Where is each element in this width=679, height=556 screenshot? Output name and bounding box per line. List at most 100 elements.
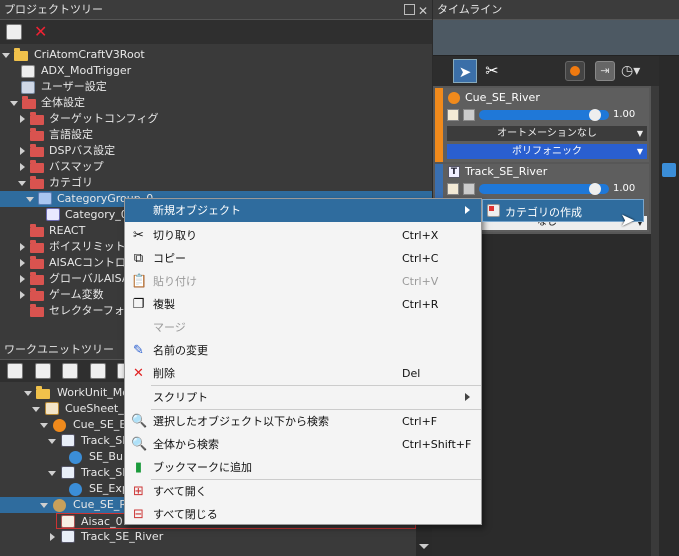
expand-arrow-icon[interactable] [20,163,25,171]
slider-thumb[interactable] [589,183,601,195]
timeline-toolbar: ➤ ✂ ⇥ ◷▾ [433,56,659,86]
new-object-icon[interactable] [6,24,22,40]
menu-item-bookmark[interactable]: ▮ ブックマークに追加 [125,456,481,479]
menu-item-rename[interactable]: ✎ 名前の変更 [125,339,481,362]
new-cue-icon[interactable] [62,363,78,379]
menu-label: 全体から検索 [153,438,219,451]
menu-item-merge[interactable]: マージ [125,316,481,339]
expand-arrow-icon[interactable] [20,147,25,155]
tree-item-bus-map[interactable]: バスマップ [0,159,432,175]
aisac-icon[interactable] [447,183,459,195]
project-tree-title: プロジェクトツリー ✕ [0,0,432,20]
tree-item-modtrigger[interactable]: ADX_ModTrigger [0,63,432,79]
menu-item-paste[interactable]: 📋 貼り付け Ctrl+V [125,270,481,293]
menu-item-search-below[interactable]: 🔍 選択したオブジェクト以下から検索 Ctrl+F [125,410,481,433]
tree-item-track-river[interactable]: Track_SE_River [0,529,416,545]
export-icon[interactable]: ⇥ [595,61,615,81]
menu-item-cut[interactable]: ✂ 切り取り Ctrl+X [125,224,481,247]
expand-arrow-icon[interactable] [40,503,48,508]
expand-arrow-icon[interactable] [20,115,25,123]
expand-arrow-icon[interactable] [20,243,25,251]
menu-shortcut: Ctrl+F [402,415,438,428]
menu-item-new-object[interactable]: 新規オブジェクト [125,199,481,222]
polyphonic-select[interactable]: ポリフォニック ▼ [447,144,647,159]
expand-arrow-icon[interactable] [26,197,34,202]
timeline-canvas[interactable] [651,86,659,556]
cut-tool-icon[interactable]: ✂ [480,59,504,83]
expand-arrow-icon[interactable] [48,471,56,476]
expand-arrow-icon[interactable] [2,53,10,58]
clock-icon[interactable]: ◷▾ [621,61,643,81]
menu-item-delete[interactable]: ✕ 削除 Del [125,362,481,385]
context-menu: 新規オブジェクト ✂ 切り取り Ctrl+X ⧉ コピー Ctrl+C 📋 貼り… [124,198,482,525]
tree-item-target-config[interactable]: ターゲットコンフィグ [0,111,432,127]
menu-label: 複製 [153,298,175,311]
menu-shortcut: Del [402,367,421,380]
new-cuesheet-icon[interactable] [35,363,51,379]
menu-item-search-all[interactable]: 🔍 全体から検索 Ctrl+Shift+F [125,433,481,456]
track-volume-slider[interactable] [479,183,609,195]
expand-arrow-icon[interactable] [50,533,55,541]
expand-arrow-icon[interactable] [10,101,18,106]
submenu-arrow-icon [465,206,470,214]
menu-label: 切り取り [153,229,197,242]
menu-item-duplicate[interactable]: ❐ 複製 Ctrl+R [125,293,481,316]
record-icon[interactable] [565,61,585,81]
expand-arrow-icon[interactable] [20,259,25,267]
float-panel-icon[interactable] [404,4,415,15]
menu-item-collapse-all[interactable]: ⊟ すべて閉じる [125,503,481,526]
tree-item-dsp-bus[interactable]: DSPバス設定 [0,143,432,159]
expand-arrow-icon[interactable] [40,423,48,428]
close-panel-icon[interactable]: ✕ [418,1,428,21]
automation-select[interactable]: オートメーションなし ▼ [447,126,647,141]
copy-icon: ⧉ [133,251,144,266]
expand-arrow-icon[interactable] [48,439,56,444]
tree-item-global-settings[interactable]: 全体設定 [0,95,432,111]
delete-icon: ✕ [133,366,144,381]
tree-item-label: DSPバス設定 [49,144,116,157]
timeline-scrollbar[interactable] [659,56,679,556]
folder-icon [30,256,44,269]
category-group-icon [38,192,52,205]
menu-item-script[interactable]: スクリプト [125,386,481,409]
new-track-icon[interactable] [90,363,106,379]
aisac-icon[interactable] [447,109,459,121]
expand-arrow-icon[interactable] [20,275,25,283]
folder-icon [14,48,28,61]
new-workunit-icon[interactable] [7,363,23,379]
new-category-icon [487,204,500,217]
delete-icon[interactable]: ✕ [34,22,47,41]
cue-header[interactable]: Cue_SE_River 1.00 オートメーションなし ▼ ポリフォニック ▼ [435,88,649,162]
tree-item-language[interactable]: 言語設定 [0,127,432,143]
meter-icon[interactable] [463,109,475,121]
menu-shortcut: Ctrl+V [402,275,439,288]
tree-item-category[interactable]: カテゴリ [0,175,432,191]
menu-item-create-category[interactable]: カテゴリの作成 [483,200,643,221]
meter-icon[interactable] [463,183,475,195]
cue-name: Cue_SE_River [465,91,540,104]
scroll-down-icon[interactable] [419,544,429,549]
expand-arrow-icon[interactable] [32,407,40,412]
menu-shortcut: Ctrl+X [402,229,439,242]
menu-label: マージ [153,321,186,334]
slider-thumb[interactable] [589,109,601,121]
bookmark-icon: ▮ [134,460,143,475]
duplicate-icon: ❐ [132,297,145,312]
menu-item-copy[interactable]: ⧉ コピー Ctrl+C [125,247,481,270]
project-file-icon [21,65,35,78]
tree-item-user-settings[interactable]: ユーザー設定 [0,79,432,95]
folder-icon [30,176,44,189]
expand-arrow-icon[interactable] [20,291,25,299]
menu-label: 削除 [153,367,175,380]
folder-icon [30,160,44,173]
tree-item-label: Track_SE_River [81,530,164,543]
expand-arrow-icon[interactable] [18,181,26,186]
tree-item-label: バスマップ [49,160,104,173]
cue-icon [448,92,460,104]
select-tool-icon[interactable]: ➤ [453,59,477,83]
cue-volume-slider[interactable] [479,109,609,121]
tree-item-root[interactable]: CriAtomCraftV3Root [0,47,432,63]
folder-icon [30,144,44,157]
menu-item-expand-all[interactable]: ⊞ すべて開く [125,480,481,503]
expand-arrow-icon[interactable] [24,391,32,396]
